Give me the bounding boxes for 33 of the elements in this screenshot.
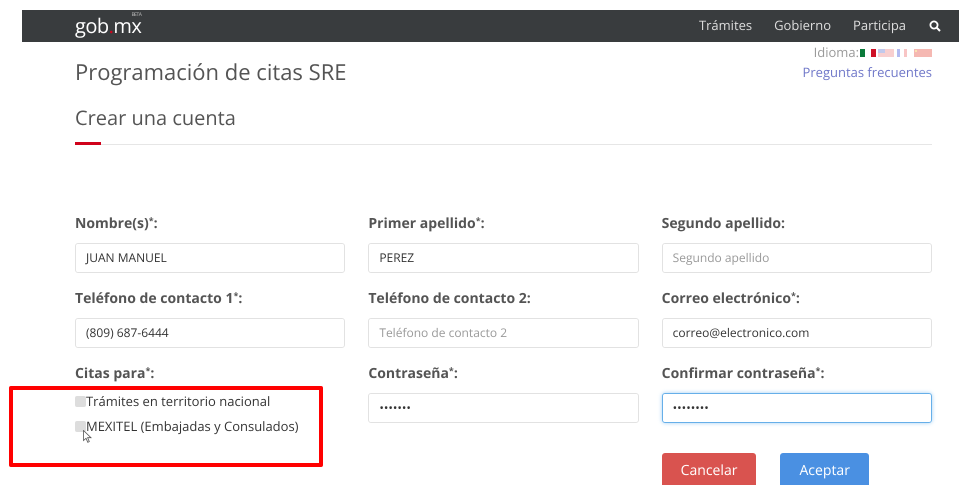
- france-flag-icon[interactable]: [897, 48, 907, 57]
- input-field[interactable]: correo@electronico.com: [662, 318, 932, 348]
- input-field[interactable]: ••••••••: [662, 393, 932, 423]
- language-label: Idioma:: [814, 43, 859, 62]
- input-field[interactable]: •••••••: [368, 393, 639, 423]
- field-label: Segundo apellido:: [662, 213, 786, 233]
- page-title: Programación de citas SRE: [75, 56, 346, 89]
- mexico-flag-icon[interactable]: [860, 48, 876, 57]
- input-field[interactable]: PEREZ: [368, 243, 639, 273]
- input-field[interactable]: JUAN MANUEL: [75, 243, 346, 273]
- field-label: Nombre(s)$^{*}$:: [75, 213, 159, 233]
- checkbox[interactable]: [75, 396, 86, 408]
- checkbox[interactable]: [75, 420, 86, 432]
- nav-link[interactable]: Participa: [853, 16, 906, 36]
- search-icon[interactable]: [929, 20, 941, 32]
- field-label: Primer apellido$^{*}$:: [368, 213, 486, 233]
- checkbox-label: MEXITEL (Embajadas y Consulados): [86, 416, 298, 436]
- nav-link[interactable]: Trámites: [698, 16, 752, 36]
- field-label: Correo electrónico$^{*}$:: [662, 288, 801, 308]
- china-flag-icon[interactable]: [914, 48, 932, 57]
- section-heading: Crear una cuenta: [75, 103, 237, 133]
- input-field[interactable]: (809) 687-6444: [75, 318, 346, 348]
- field-label: Teléfono de contacto 1$^{*}$:: [75, 288, 244, 308]
- field-label: Citas para$^{*}$:: [75, 363, 156, 383]
- checkbox-label: Trámites en territorio nacional: [86, 392, 270, 412]
- mouse-cursor-icon: [83, 430, 92, 443]
- nav-link[interactable]: Gobierno: [774, 16, 832, 36]
- field-label: Confirmar contraseña$^{*}$:: [662, 363, 826, 383]
- heading-underline: [75, 142, 101, 145]
- cancel-button[interactable]: Cancelar: [662, 453, 756, 485]
- field-label: Contraseña$^{*}$:: [368, 363, 459, 383]
- faq-link[interactable]: Preguntas frecuentes: [802, 62, 932, 82]
- field-label: Teléfono de contacto 2:: [368, 288, 532, 308]
